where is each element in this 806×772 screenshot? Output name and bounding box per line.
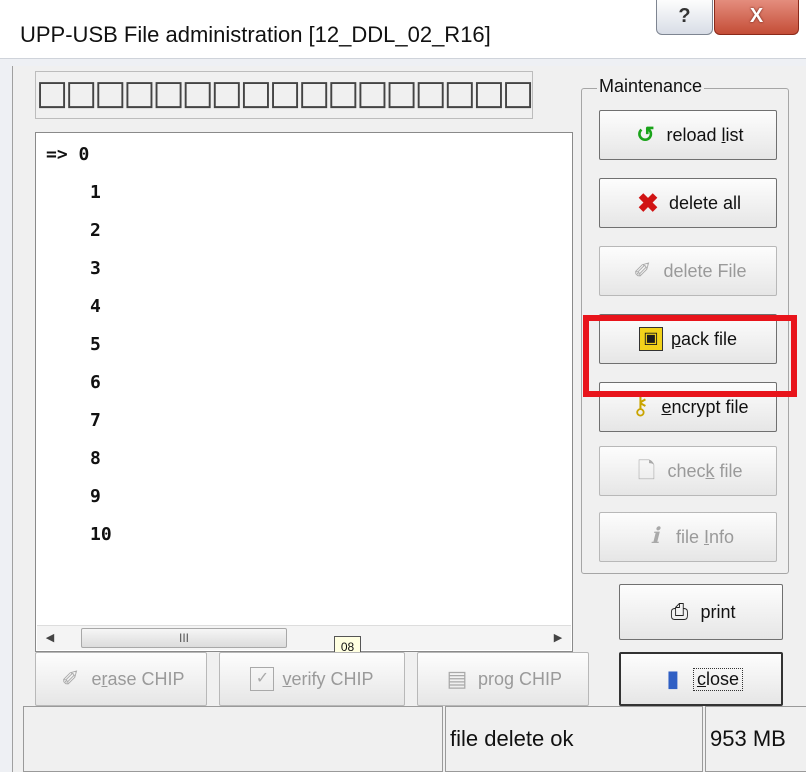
list-item[interactable]: 5 [90,334,101,355]
list-item[interactable]: 3 [90,258,101,279]
dialog-body: □□□□□□□□□□□□□□□□□□□□□□□□□□□□□ => 0 1 2 3… [12,66,806,772]
status-pane-left [23,706,443,772]
horizontal-scrollbar[interactable]: ◀ III ▶ [37,625,571,650]
status-size: 953 MB [705,706,806,772]
reload-icon: ↺ [636,122,655,147]
filename-field[interactable]: □□□□□□□□□□□□□□□□□□□□□□□□□□□□□ [35,71,533,119]
delete-file-button[interactable]: ✐ delete File [599,246,777,296]
eraser-icon: ✐ [633,258,652,283]
verify-chip-button[interactable]: ✓ verify CHIP [219,652,405,706]
delete-file-label: delete File [663,260,747,281]
print-button[interactable]: ⎙ print [619,584,783,640]
prog-chip-label: prog CHIP [477,668,563,689]
window-close-button[interactable]: X [714,0,799,35]
help-icon: ? [678,5,691,27]
delete-x-icon: ✖ [637,188,659,218]
reload-list-label: reload list [666,124,744,145]
window-title: UPP-USB File administration [12_DDL_02_R… [20,22,491,47]
scroll-thumb[interactable]: III [81,628,287,648]
document-icon: 🗋 [637,458,656,483]
delete-all-label: delete all [668,192,742,213]
status-message: file delete ok [445,706,703,772]
encrypt-file-label: encrypt file [661,396,749,417]
list-item[interactable]: 10 [90,524,112,545]
chip-icon: ▤ [446,666,468,691]
close-label: close [692,667,744,691]
list-item[interactable]: 7 [90,410,101,431]
check-file-button[interactable]: 🗋 check file [599,446,777,496]
help-button[interactable]: ? [656,0,713,35]
list-item[interactable]: 2 [90,220,101,241]
file-info-label: file Info [675,526,735,547]
file-info-button[interactable]: ℹ file Info [599,512,777,562]
prog-chip-button[interactable]: ▤ prog CHIP [417,652,589,706]
highlight-box [583,315,797,397]
info-icon: ℹ [650,524,660,549]
list-item[interactable]: 9 [90,486,101,507]
check-file-label: check file [667,460,743,481]
printer-icon: ⎙ [670,599,689,624]
title-bar: UPP-USB File administration [12_DDL_02_R… [0,0,806,59]
file-list[interactable]: => 0 1 2 3 4 5 6 7 8 9 10 ◀ III ▶ [35,132,573,652]
print-label: print [700,601,736,622]
erase-chip-button[interactable]: ✐ erase CHIP [35,652,207,706]
list-item[interactable]: 1 [90,182,101,203]
list-item[interactable]: 4 [90,296,101,317]
exit-door-icon: ▮ [666,666,680,691]
checklist-icon: ✓ [250,667,275,691]
scroll-right-icon[interactable]: ▶ [547,629,569,647]
list-item[interactable]: 6 [90,372,101,393]
maintenance-label: Maintenance [597,76,705,97]
close-button[interactable]: ▮ close [619,652,783,706]
status-bar: file delete ok 953 MB [13,706,806,772]
close-icon: X [749,5,764,27]
file-administration-window: UPP-USB File administration [12_DDL_02_R… [0,0,806,772]
scroll-left-icon[interactable]: ◀ [39,629,61,647]
list-item[interactable]: 8 [90,448,101,469]
reload-list-button[interactable]: ↺ reload list [599,110,777,160]
list-item[interactable]: => 0 [46,144,89,165]
eraser-icon: ✐ [61,666,80,691]
erase-chip-label: erase CHIP [91,668,185,689]
verify-chip-label: verify CHIP [282,668,374,689]
delete-all-button[interactable]: ✖ delete all [599,178,777,228]
key-icon: ⚷ [631,393,650,420]
